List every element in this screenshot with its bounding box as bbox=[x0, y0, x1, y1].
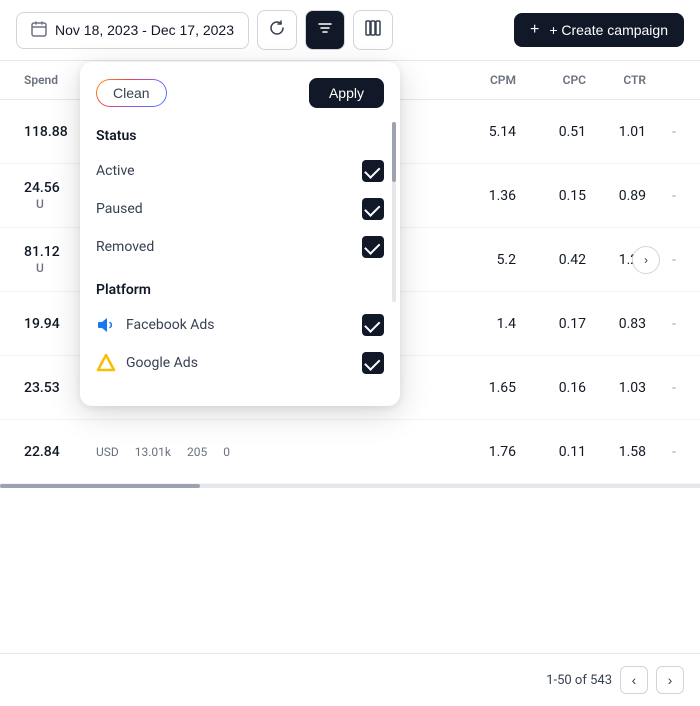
dash-cell: - bbox=[654, 116, 684, 148]
dash-cell: - bbox=[654, 180, 684, 212]
clean-button[interactable]: Clean bbox=[96, 79, 167, 107]
dropdown-scrollbar[interactable] bbox=[392, 122, 396, 302]
dash-cell: - bbox=[654, 372, 684, 404]
top-bar: Nov 18, 2023 - Dec 17, 2023 + + Create bbox=[0, 0, 700, 61]
platform-section-title: Platform bbox=[96, 282, 384, 298]
removed-label: Removed bbox=[96, 239, 154, 255]
cpm-cell: 1.76 bbox=[444, 436, 524, 468]
cpm-cell: 5.14 bbox=[444, 116, 524, 148]
filter-button[interactable] bbox=[305, 10, 345, 50]
paused-checkbox[interactable] bbox=[362, 198, 384, 220]
cpc-cell: 0.16 bbox=[524, 372, 594, 404]
removed-checkbox[interactable] bbox=[362, 236, 384, 258]
active-label: Active bbox=[96, 163, 135, 179]
dash-cell: - bbox=[654, 308, 684, 340]
plus-icon: + bbox=[530, 21, 539, 39]
list-item: Active bbox=[96, 152, 384, 190]
ctr-header: CTR bbox=[594, 61, 654, 99]
facebook-ads-label: Facebook Ads bbox=[126, 317, 215, 333]
cpc-cell: 0.42 bbox=[524, 244, 594, 276]
create-campaign-label: + Create campaign bbox=[549, 22, 668, 38]
date-range-button[interactable]: Nov 18, 2023 - Dec 17, 2023 bbox=[16, 12, 249, 49]
table-row: 22.84 USD 13.01k 205 0 1.76 0.11 1.58 - bbox=[0, 420, 700, 484]
extra-header bbox=[654, 61, 684, 99]
platform-section: Platform Facebook Ads bbox=[80, 274, 400, 390]
apply-button[interactable]: Apply bbox=[309, 78, 384, 108]
cpm-cell: 1.65 bbox=[444, 372, 524, 404]
columns-button[interactable] bbox=[353, 10, 393, 50]
columns-icon bbox=[365, 20, 381, 41]
spend-cell: 22.84 bbox=[16, 436, 96, 468]
dropdown-scrollbar-thumb[interactable] bbox=[392, 122, 396, 182]
facebook-ads-checkbox[interactable] bbox=[362, 314, 384, 336]
create-campaign-button[interactable]: + + Create campaign bbox=[514, 13, 684, 47]
calendar-icon bbox=[31, 21, 47, 40]
cpc-header: CPC bbox=[524, 61, 594, 99]
google-ads-label: Google Ads bbox=[126, 355, 198, 371]
paused-label: Paused bbox=[96, 201, 143, 217]
refresh-icon bbox=[269, 20, 285, 41]
date-range-label: Nov 18, 2023 - Dec 17, 2023 bbox=[55, 22, 234, 38]
cpc-cell: 0.15 bbox=[524, 180, 594, 212]
ctr-cell: 0.89 bbox=[594, 180, 654, 212]
status-section-title: Status bbox=[96, 128, 384, 144]
dash-cell: - bbox=[654, 436, 684, 468]
cpc-cell: 0.51 bbox=[524, 116, 594, 148]
ctr-cell: 1.58 bbox=[594, 436, 654, 468]
ctr-cell: 1.01 bbox=[594, 116, 654, 148]
ctr-cell: 1.03 bbox=[594, 372, 654, 404]
list-item: Removed bbox=[96, 228, 384, 266]
pagination-summary: 1-50 of 543 bbox=[546, 673, 612, 688]
horizontal-scrollbar[interactable] bbox=[0, 484, 700, 488]
mid-info: USD 13.01k 205 0 bbox=[96, 445, 444, 459]
expand-row-button[interactable]: › bbox=[632, 246, 660, 274]
horizontal-scrollbar-thumb[interactable] bbox=[0, 484, 200, 488]
cpm-cell: 5.2 bbox=[444, 244, 524, 276]
active-checkbox[interactable] bbox=[362, 160, 384, 182]
cpm-cell: 1.36 bbox=[444, 180, 524, 212]
list-item: Paused bbox=[96, 190, 384, 228]
status-section: Status Active Paused Removed bbox=[80, 120, 400, 274]
refresh-button[interactable] bbox=[257, 10, 297, 50]
google-ads-checkbox[interactable] bbox=[362, 352, 384, 374]
dropdown-top-bar: Clean Apply bbox=[80, 78, 400, 120]
cpc-cell: 0.17 bbox=[524, 308, 594, 340]
filter-dropdown: Clean Apply Status Active Paused Removed bbox=[80, 62, 400, 406]
filter-icon bbox=[317, 20, 333, 41]
pagination: 1-50 of 543 ‹ › bbox=[0, 653, 700, 706]
cpm-header: CPM bbox=[444, 61, 524, 99]
next-page-button[interactable]: › bbox=[656, 666, 684, 694]
facebook-ads-icon bbox=[96, 315, 116, 335]
ctr-cell: 0.83 bbox=[594, 308, 654, 340]
list-item: Facebook Ads bbox=[96, 306, 384, 344]
list-item: Google Ads bbox=[96, 344, 384, 382]
google-ads-icon bbox=[96, 353, 116, 373]
prev-page-button[interactable]: ‹ bbox=[620, 666, 648, 694]
cpc-cell: 0.11 bbox=[524, 436, 594, 468]
cpm-cell: 1.4 bbox=[444, 308, 524, 340]
